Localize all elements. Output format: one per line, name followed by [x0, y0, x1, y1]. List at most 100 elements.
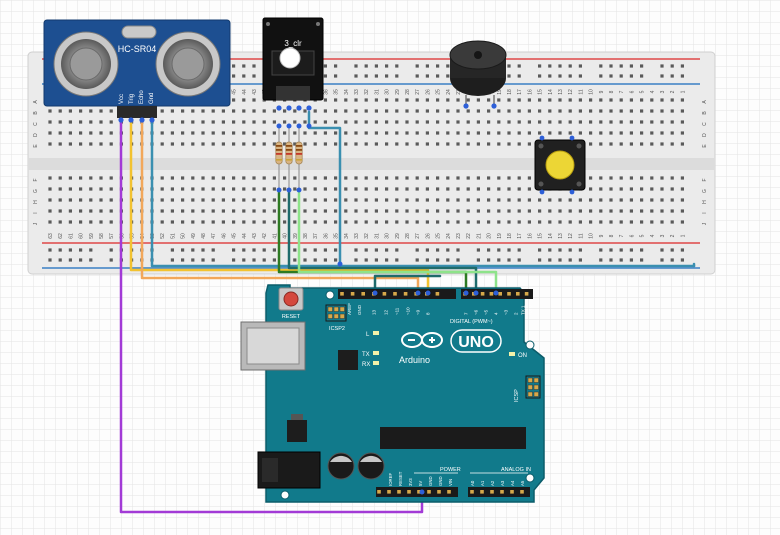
breadboard-hole[interactable]	[242, 142, 246, 146]
breadboard-hole[interactable]	[487, 109, 491, 113]
breadboard-hole[interactable]	[660, 176, 664, 180]
rail-hole[interactable]	[629, 64, 633, 68]
breadboard-hole[interactable]	[680, 120, 684, 124]
breadboard-hole[interactable]	[456, 187, 460, 191]
breadboard-hole[interactable]	[548, 98, 552, 102]
breadboard-hole[interactable]	[415, 198, 419, 202]
header-pin[interactable]	[382, 292, 387, 296]
header-pin[interactable]	[340, 292, 344, 296]
breadboard-hole[interactable]	[354, 198, 358, 202]
breadboard-hole[interactable]	[680, 220, 684, 224]
breadboard-hole[interactable]	[589, 187, 593, 191]
rail-hole[interactable]	[374, 258, 378, 262]
breadboard-hole[interactable]	[364, 142, 368, 146]
breadboard-hole[interactable]	[609, 109, 613, 113]
breadboard-hole[interactable]	[221, 220, 225, 224]
breadboard-hole[interactable]	[527, 98, 531, 102]
breadboard-hole[interactable]	[395, 120, 399, 124]
rail-hole[interactable]	[232, 64, 236, 68]
breadboard-hole[interactable]	[466, 187, 470, 191]
rail-hole[interactable]	[446, 248, 450, 252]
breadboard-hole[interactable]	[58, 198, 62, 202]
rail-hole[interactable]	[609, 248, 613, 252]
breadboard-hole[interactable]	[374, 142, 378, 146]
breadboard-hole[interactable]	[415, 187, 419, 191]
breadboard-hole[interactable]	[558, 131, 562, 135]
breadboard-hole[interactable]	[660, 98, 664, 102]
breadboard-hole[interactable]	[252, 120, 256, 124]
sensor-pin-dot[interactable]	[128, 117, 134, 123]
breadboard-hole[interactable]	[191, 176, 195, 180]
rail-hole[interactable]	[191, 258, 195, 262]
breadboard-hole[interactable]	[680, 176, 684, 180]
breadboard-hole[interactable]	[640, 131, 644, 135]
breadboard-hole[interactable]	[201, 176, 205, 180]
rail-hole[interactable]	[79, 248, 83, 252]
breadboard-hole[interactable]	[181, 131, 185, 135]
rail-hole[interactable]	[242, 258, 246, 262]
breadboard-hole[interactable]	[517, 220, 521, 224]
breadboard-hole[interactable]	[415, 209, 419, 213]
breadboard-hole[interactable]	[374, 131, 378, 135]
breadboard-hole[interactable]	[364, 176, 368, 180]
button-pin-dot[interactable]	[569, 135, 575, 141]
breadboard-hole[interactable]	[181, 187, 185, 191]
breadboard-hole[interactable]	[436, 142, 440, 146]
breadboard-hole[interactable]	[507, 109, 511, 113]
breadboard-hole[interactable]	[527, 109, 531, 113]
breadboard-hole[interactable]	[89, 198, 93, 202]
breadboard-hole[interactable]	[527, 187, 531, 191]
breadboard-hole[interactable]	[160, 142, 164, 146]
breadboard-hole[interactable]	[507, 131, 511, 135]
breadboard-hole[interactable]	[650, 187, 654, 191]
breadboard-hole[interactable]	[609, 220, 613, 224]
breadboard-hole[interactable]	[476, 176, 480, 180]
breadboard-hole[interactable]	[109, 131, 113, 135]
breadboard-hole[interactable]	[599, 187, 603, 191]
breadboard-hole[interactable]	[415, 120, 419, 124]
rail-hole[interactable]	[629, 258, 633, 262]
breadboard-hole[interactable]	[89, 220, 93, 224]
breadboard-hole[interactable]	[640, 120, 644, 124]
breadboard-hole[interactable]	[619, 220, 623, 224]
rail-hole[interactable]	[374, 74, 378, 78]
breadboard-hole[interactable]	[181, 120, 185, 124]
rail-hole[interactable]	[201, 248, 205, 252]
breadboard-hole[interactable]	[79, 120, 83, 124]
breadboard-hole[interactable]	[405, 142, 409, 146]
breadboard-hole[interactable]	[548, 209, 552, 213]
breadboard-hole[interactable]	[262, 209, 266, 213]
breadboard-hole[interactable]	[313, 142, 317, 146]
breadboard-hole[interactable]	[680, 142, 684, 146]
breadboard-hole[interactable]	[589, 142, 593, 146]
rgb-led-module[interactable]: 3_clr	[262, 17, 324, 111]
rail-hole[interactable]	[48, 258, 52, 262]
rail-hole[interactable]	[415, 258, 419, 262]
breadboard-hole[interactable]	[170, 131, 174, 135]
breadboard-hole[interactable]	[660, 142, 664, 146]
breadboard-hole[interactable]	[221, 120, 225, 124]
breadboard-hole[interactable]	[79, 209, 83, 213]
rail-hole[interactable]	[252, 248, 256, 252]
breadboard-hole[interactable]	[578, 220, 582, 224]
breadboard-hole[interactable]	[619, 98, 623, 102]
rail-hole[interactable]	[242, 64, 246, 68]
breadboard-hole[interactable]	[436, 109, 440, 113]
breadboard-hole[interactable]	[640, 109, 644, 113]
breadboard-hole[interactable]	[670, 187, 674, 191]
breadboard-hole[interactable]	[191, 198, 195, 202]
breadboard-hole[interactable]	[670, 98, 674, 102]
breadboard-hole[interactable]	[48, 120, 52, 124]
breadboard-hole[interactable]	[58, 209, 62, 213]
breadboard-hole[interactable]	[252, 142, 256, 146]
breadboard-hole[interactable]	[476, 209, 480, 213]
breadboard-hole[interactable]	[629, 220, 633, 224]
breadboard-hole[interactable]	[344, 220, 348, 224]
breadboard-hole[interactable]	[283, 209, 287, 213]
rail-hole[interactable]	[232, 74, 236, 78]
breadboard-hole[interactable]	[313, 176, 317, 180]
breadboard-hole[interactable]	[303, 198, 307, 202]
breadboard-hole[interactable]	[252, 98, 256, 102]
breadboard-hole[interactable]	[415, 176, 419, 180]
breadboard-hole[interactable]	[558, 198, 562, 202]
